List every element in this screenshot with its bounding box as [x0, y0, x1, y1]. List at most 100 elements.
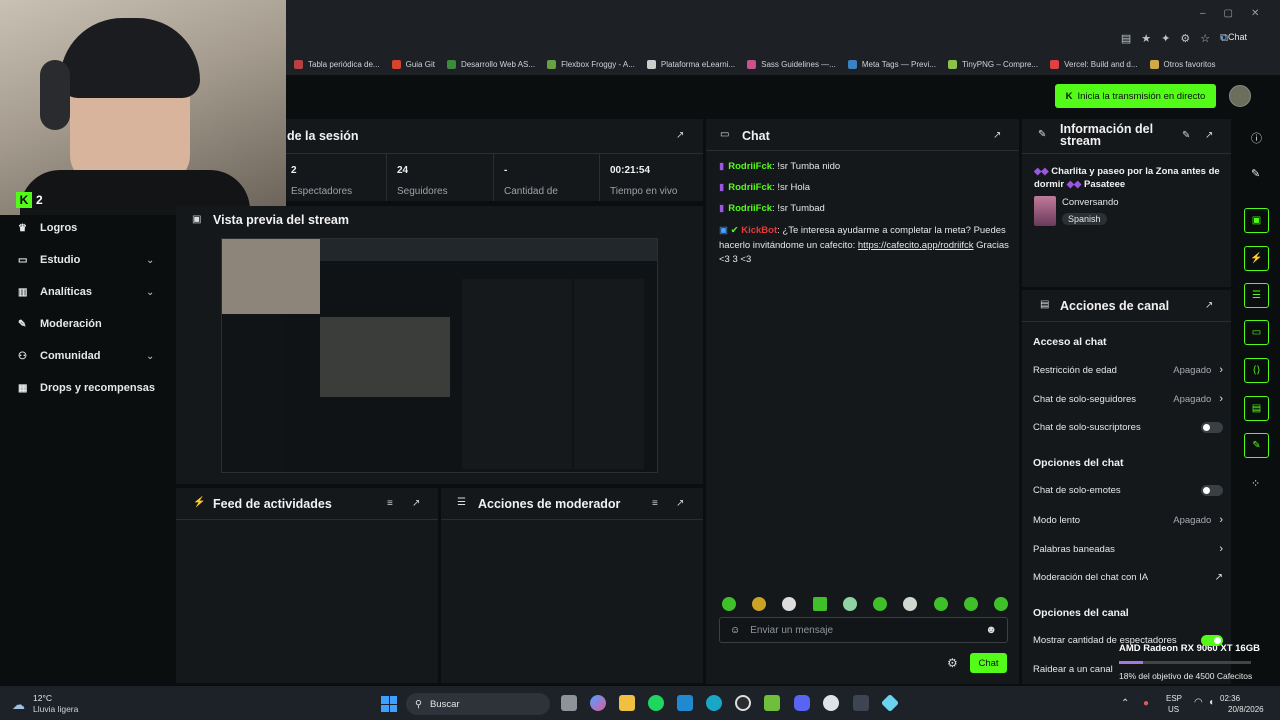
vscode-icon[interactable] [677, 695, 693, 711]
spotify-icon[interactable] [648, 695, 664, 711]
reader-icon[interactable]: ▤ [1121, 32, 1131, 45]
bookmark-item[interactable]: Sass Guidelines —... [747, 59, 836, 69]
channel-action-control[interactable]: Apagado › [1173, 364, 1223, 376]
bookmark-item[interactable]: Flexbox Froggy - A... [547, 59, 635, 69]
copilot-chat-pill[interactable]: ◐ Chat [1220, 32, 1247, 42]
rail-chat-button[interactable]: ▭ [1244, 320, 1269, 345]
copilot-app-icon[interactable] [590, 695, 606, 711]
emoji-picker-icon[interactable]: ☻ [985, 624, 997, 636]
chat-send-button[interactable]: Chat [970, 653, 1007, 673]
tray-chevron-icon[interactable]: ⌃ [1121, 698, 1129, 709]
chat-username[interactable]: RodriiFck [728, 161, 772, 172]
sidebar-item-5[interactable]: ⚇ Comunidad [18, 350, 101, 362]
channel-action-control[interactable]: Apagado › [1173, 514, 1223, 526]
favorites-icon[interactable]: ☆ [1200, 32, 1210, 45]
bookmark-item[interactable]: Desarrollo Web AS... [446, 59, 535, 69]
emote-icon[interactable] [933, 597, 948, 611]
feed-filter-icon[interactable]: ≡ [387, 498, 393, 509]
stream-preview-video[interactable] [221, 238, 658, 473]
channel-action-row[interactable]: Raidear a un canal [1033, 664, 1223, 675]
emote-icon[interactable] [752, 597, 767, 611]
stream-info-popout-icon[interactable]: ↗ [1205, 130, 1213, 141]
channel-action-control[interactable]: › [1219, 543, 1223, 555]
category-name[interactable]: Conversando [1062, 197, 1119, 208]
taskview-icon[interactable] [561, 695, 577, 711]
channel-action-control[interactable] [1201, 485, 1223, 496]
chat-settings-icon[interactable]: ⚙ [947, 656, 958, 670]
rail-info-button[interactable]: ✎ [1244, 433, 1269, 458]
toggle-switch[interactable] [1201, 635, 1223, 646]
start-icon[interactable] [381, 696, 397, 712]
chat-popout-icon[interactable]: ↗ [993, 130, 1001, 141]
rail-actions-button[interactable]: ▤ [1244, 396, 1269, 421]
info-icon[interactable]: ⓘ [1251, 130, 1262, 146]
chat-input[interactable]: ☺ Enviar un mensaje ☻ [719, 617, 1008, 643]
weather-icon[interactable]: ☁ [12, 697, 25, 713]
toggle-switch[interactable] [1201, 422, 1223, 433]
emote-icon[interactable] [782, 597, 797, 611]
bookmark-item[interactable]: Guia Git [391, 59, 435, 69]
rail-feed-button[interactable]: ⚡ [1244, 246, 1269, 271]
window-controls[interactable]: –▢✕ [1200, 8, 1277, 19]
channel-action-control[interactable]: Apagado › [1173, 393, 1223, 405]
wifi-icon[interactable]: ◠ [1194, 697, 1203, 708]
bot-link[interactable]: https://cafecito.app/rodriifck [858, 240, 974, 251]
file-explorer-icon[interactable] [619, 695, 635, 711]
settings-icon[interactable]: ⚙ [1180, 32, 1190, 45]
discord-icon[interactable] [794, 695, 810, 711]
taskbar-search[interactable]: ⚲ Buscar [406, 693, 550, 715]
sidebar-item-3[interactable]: ▥ Analíticas [18, 286, 92, 298]
start-stream-button[interactable]: K Inicia la transmisión en directo [1055, 84, 1216, 108]
bookmark-item[interactable]: Plataforma eLearni... [646, 59, 735, 69]
lang-indicator[interactable]: ESP [1166, 694, 1182, 703]
feed-popout-icon[interactable]: ↗ [412, 498, 420, 509]
sidebar-item-4[interactable]: ✎ Moderación [18, 318, 102, 330]
channel-action-control[interactable] [1201, 635, 1223, 646]
bookmark-item[interactable]: Otros favoritos [1149, 59, 1216, 69]
pencil-icon[interactable]: ✎ [1251, 167, 1260, 180]
channel-action-control[interactable]: ↗ [1215, 572, 1223, 583]
rail-mod-button[interactable]: ☰ [1244, 283, 1269, 308]
star-icon[interactable]: ★ [1141, 32, 1151, 45]
clock-time[interactable]: 02:36 [1220, 694, 1240, 703]
rail-preview-button[interactable]: ▣ [1244, 208, 1269, 233]
extensions-icon[interactable]: ✦ [1161, 32, 1170, 45]
bot-username[interactable]: KickBot [741, 225, 777, 236]
emote-icon[interactable] [842, 597, 857, 611]
channel-action-row[interactable]: Chat de solo-emotes [1033, 485, 1223, 496]
sidebar-item-1[interactable]: ♛ Logros [18, 222, 77, 234]
rail-embed-button[interactable]: ⟨⟩ [1244, 358, 1269, 383]
emote-icon[interactable] [903, 597, 918, 611]
channel-action-row[interactable]: Moderación del chat con IA ↗ [1033, 572, 1223, 583]
audio-app-icon[interactable] [853, 695, 869, 711]
mic-icon[interactable]: ● [1143, 698, 1149, 709]
channel-action-row[interactable]: Chat de solo-seguidores Apagado › [1033, 393, 1223, 405]
channel-action-row[interactable]: Modo lento Apagado › [1033, 514, 1223, 526]
channel-action-row[interactable]: Palabras baneadas › [1033, 543, 1223, 555]
bookmark-item[interactable]: Meta Tags — Previ... [847, 59, 936, 69]
channel-action-row[interactable]: Mostrar cantidad de espectadores [1033, 635, 1223, 646]
share-icon[interactable]: ⁘ [1251, 477, 1260, 490]
channel-action-row[interactable]: Restricción de edad Apagado › [1033, 364, 1223, 376]
chevron-down-icon[interactable]: ⌄ [146, 255, 154, 266]
bookmark-item[interactable]: Vercel: Build and d... [1050, 59, 1138, 69]
app-green-icon[interactable] [764, 695, 780, 711]
mod-popout-icon[interactable]: ↗ [676, 498, 684, 509]
user-avatar[interactable] [1229, 85, 1251, 107]
bookmark-item[interactable]: Tabla periódica de... [294, 59, 380, 69]
channel-action-row[interactable]: Chat de solo-suscriptores [1033, 422, 1223, 433]
volume-icon[interactable]: ◖ [1208, 697, 1214, 708]
popout-icon[interactable]: ↗ [676, 130, 684, 141]
edge-icon[interactable] [706, 695, 722, 711]
steam-icon[interactable] [823, 695, 839, 711]
chevron-down-icon[interactable]: ⌄ [146, 351, 154, 362]
sidebar-item-2[interactable]: ▭ Estudio [18, 254, 80, 266]
channel-actions-popout-icon[interactable]: ↗ [1205, 300, 1213, 311]
sidebar-item-6[interactable]: ▦ Drops y recompensas [18, 382, 155, 394]
obs-icon[interactable] [735, 695, 751, 711]
emote-icon[interactable] [722, 597, 736, 611]
edit-icon[interactable]: ✎ [1182, 130, 1190, 141]
emote-icon[interactable] [812, 597, 827, 611]
channel-action-control[interactable] [1201, 422, 1223, 433]
chevron-down-icon[interactable]: ⌄ [146, 287, 154, 298]
